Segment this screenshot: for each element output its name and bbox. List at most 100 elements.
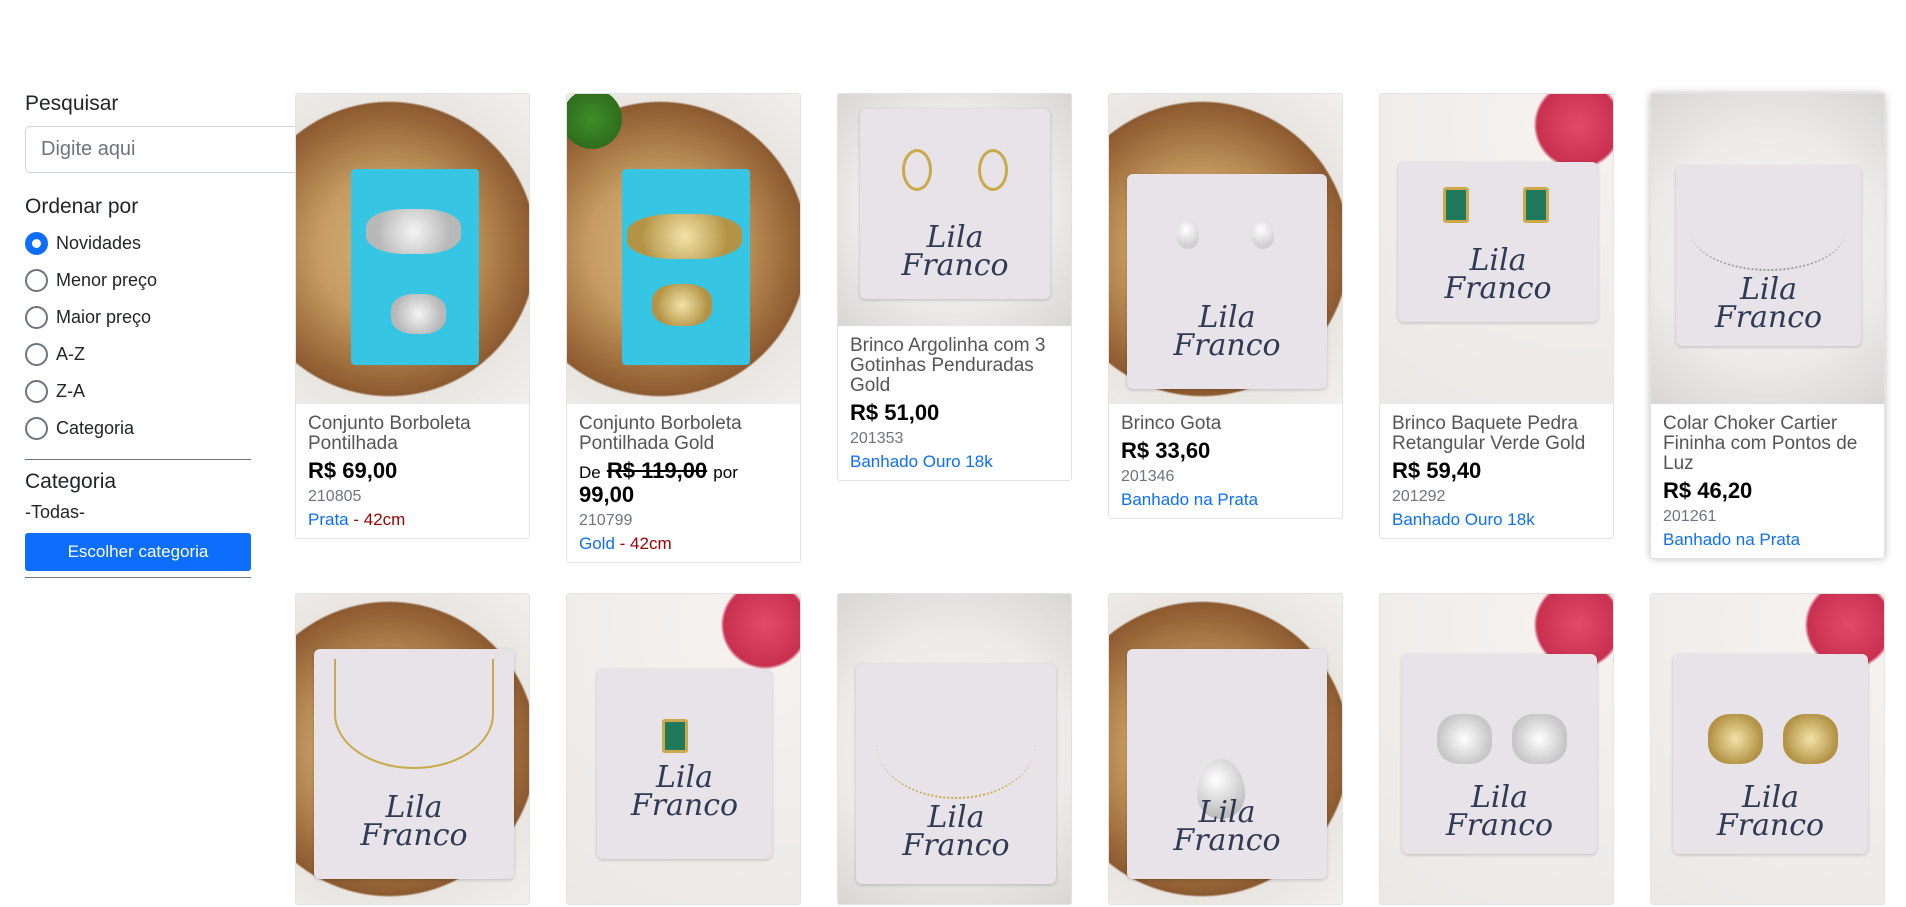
- order-option-menor-preco[interactable]: Menor preço: [25, 262, 251, 299]
- order-option-label: Novidades: [56, 233, 142, 253]
- brand-logo: Lila Franco: [630, 760, 739, 823]
- order-option-categoria[interactable]: Categoria: [25, 410, 251, 447]
- brand-logo: Lila Franco: [902, 800, 1010, 863]
- product-finish: Banhado Ouro 18k: [1392, 510, 1535, 529]
- divider: [25, 459, 251, 460]
- category-title: Categoria: [25, 470, 117, 493]
- product-info: Conjunto Borboleta Pontilhada R$ 69,00 2…: [296, 404, 529, 538]
- product-card[interactable]: Lila Franco Brinco Argolinha com 3 Gotinh…: [837, 93, 1072, 481]
- product-image[interactable]: [567, 94, 800, 404]
- display-card: Lila Franco: [856, 664, 1056, 884]
- product-info: Conjunto Borboleta Pontilhada Gold De R$…: [567, 404, 800, 562]
- necklace-jewel: [334, 659, 494, 769]
- brand-logo: Lila Franco: [1445, 780, 1554, 843]
- product-size: 42cm: [630, 534, 672, 553]
- product-finish: Prata: [308, 510, 349, 529]
- radio-unchecked[interactable]: [25, 269, 48, 292]
- choose-category-button[interactable]: Escolher categoria: [25, 533, 251, 571]
- display-card: Lila Franco: [1127, 174, 1327, 389]
- order-option-a-z[interactable]: A-Z: [25, 336, 251, 373]
- meta-separator: -: [348, 510, 364, 529]
- price-prefix: De: [579, 463, 601, 482]
- product-info: Brinco Baquete Pedra Retangular Verde Go…: [1380, 404, 1613, 538]
- product-info: Brinco Argolinha com 3 Gotinhas Pendurad…: [838, 326, 1071, 480]
- order-option-maior-preco[interactable]: Maior preço: [25, 299, 251, 336]
- page: Pesquisar Ordenar por Novidades Menor pr…: [0, 0, 1906, 907]
- product-image[interactable]: Lila Franco: [1380, 594, 1613, 904]
- product-image[interactable]: Lila Franco: [1109, 594, 1342, 904]
- product-finish: Banhado Ouro 18k: [850, 452, 993, 471]
- display-card: Lila Franco: [1676, 166, 1861, 346]
- filter-sidebar: Pesquisar Ordenar por Novidades Menor pr…: [25, 92, 345, 578]
- display-card: Lila Franco: [1398, 162, 1598, 322]
- meta-separator: -: [614, 534, 631, 553]
- display-card: Lila Franco: [1402, 654, 1597, 854]
- order-option-label: Menor preço: [56, 270, 158, 290]
- product-card[interactable]: Conjunto Borboleta Pontilhada Gold De R$…: [566, 93, 801, 563]
- category-value: -Todas-: [25, 502, 86, 522]
- display-card: Lila Franco: [1127, 649, 1327, 879]
- product-card[interactable]: Lila Franco: [1379, 593, 1614, 905]
- product-card[interactable]: Lila Franco: [1108, 593, 1343, 905]
- display-card: Lila Franco: [597, 669, 772, 859]
- product-card[interactable]: Lila Franco: [837, 593, 1072, 905]
- product-finish: Banhado na Prata: [1121, 490, 1259, 509]
- earring-jewel: [1783, 714, 1838, 764]
- butterfly-jewel: [652, 284, 712, 326]
- butterfly-jewel: [366, 209, 461, 254]
- product-card[interactable]: Conjunto Borboleta Pontilhada R$ 69,00 2…: [295, 93, 530, 539]
- product-image[interactable]: Lila Franco: [1109, 94, 1342, 404]
- order-option-z-a[interactable]: Z-A: [25, 373, 251, 410]
- product-image[interactable]: Lila Franco: [567, 594, 800, 904]
- search-bar: [25, 126, 345, 173]
- radio-checked[interactable]: [25, 232, 48, 255]
- earring-jewel: [1708, 714, 1763, 764]
- display-card: Lila Franco: [1673, 654, 1868, 854]
- product-image[interactable]: Lila Franco: [1380, 94, 1613, 404]
- product-name: Colar Choker Cartier Fininha com Pontos …: [1663, 413, 1858, 474]
- product-price: R$ 46,20: [1663, 478, 1753, 503]
- earring-jewel: [1523, 187, 1549, 223]
- product-card[interactable]: Lila Franco: [1650, 593, 1885, 905]
- radio-unchecked[interactable]: [25, 417, 48, 440]
- product-price: R$ 59,40: [1392, 458, 1482, 483]
- order-option-novidades[interactable]: Novidades: [25, 225, 251, 262]
- product-card[interactable]: Lila Franco: [566, 593, 801, 905]
- product-image[interactable]: Lila Franco: [296, 594, 529, 904]
- product-code: 201353: [850, 430, 904, 447]
- product-price: 99,00: [579, 482, 635, 507]
- product-image[interactable]: Lila Franco: [838, 94, 1071, 326]
- radio-unchecked[interactable]: [25, 343, 48, 366]
- product-price: R$ 51,00: [850, 400, 940, 425]
- product-finish: Gold: [579, 534, 615, 553]
- search-title: Pesquisar: [25, 92, 119, 115]
- product-image[interactable]: Lila Franco: [1651, 594, 1884, 904]
- product-card[interactable]: Lila Franco: [295, 593, 530, 905]
- earring-jewel: [902, 149, 932, 191]
- brand-logo: Lila Franco: [1173, 300, 1281, 363]
- product-card[interactable]: Lila Franco Colar Choker Cartier Fininha …: [1650, 93, 1885, 559]
- necklace-jewel: [1691, 191, 1846, 271]
- pendant-jewel: [662, 719, 688, 753]
- product-meta: Gold - 42cm: [579, 534, 788, 554]
- product-meta: Prata - 42cm: [308, 510, 517, 530]
- search-input[interactable]: [25, 126, 321, 173]
- earring-jewel: [1437, 714, 1492, 764]
- earring-jewel: [1512, 714, 1567, 764]
- butterfly-jewel: [627, 214, 742, 259]
- earring-jewel: [1177, 219, 1199, 249]
- radio-unchecked[interactable]: [25, 306, 48, 329]
- brand-logo: Lila Franco: [1714, 272, 1823, 335]
- product-card[interactable]: Lila Franco Brinco Baquete Pedra Retangul…: [1379, 93, 1614, 539]
- product-card[interactable]: Lila Franco Brinco Gota R$ 33,60 201346 B…: [1108, 93, 1343, 519]
- product-code: 210805: [308, 488, 362, 505]
- display-card: [622, 169, 750, 365]
- earring-jewel: [1443, 187, 1469, 223]
- product-name: Brinco Argolinha com 3 Gotinhas Pendurad…: [850, 335, 1046, 396]
- product-image[interactable]: Lila Franco: [838, 594, 1071, 904]
- price-mid: por: [713, 463, 738, 482]
- product-image[interactable]: [296, 94, 529, 404]
- brand-logo: Lila Franco: [360, 790, 468, 853]
- radio-unchecked[interactable]: [25, 380, 48, 403]
- product-image[interactable]: Lila Franco: [1651, 94, 1884, 404]
